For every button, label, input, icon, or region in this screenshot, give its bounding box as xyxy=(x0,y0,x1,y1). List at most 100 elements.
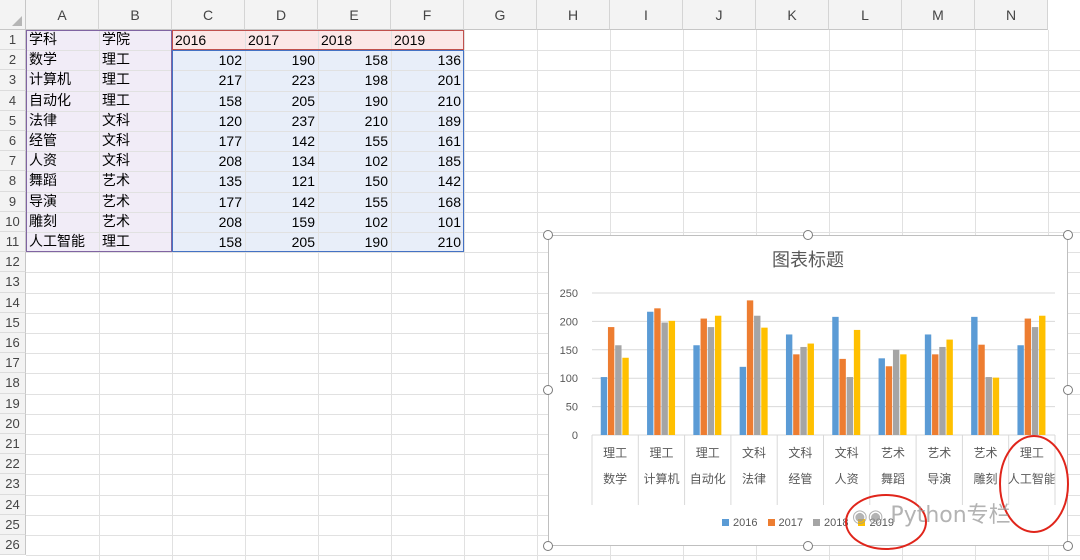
data-cell[interactable]: 142 xyxy=(245,192,318,212)
column-header-l[interactable]: L xyxy=(829,0,902,30)
column-header-f[interactable]: F xyxy=(391,0,464,30)
legend-item-2017[interactable]: 2017 xyxy=(767,517,803,529)
row-header-10[interactable]: 10 xyxy=(0,211,26,232)
data-cell[interactable]: 经管 xyxy=(26,131,99,151)
column-header-k[interactable]: K xyxy=(756,0,829,30)
data-cell[interactable]: 150 xyxy=(318,171,391,191)
data-cell[interactable]: 217 xyxy=(172,70,245,90)
data-cell[interactable]: 142 xyxy=(391,171,464,191)
row-header-23[interactable]: 23 xyxy=(0,474,26,495)
column-header-e[interactable]: E xyxy=(318,0,391,30)
data-cell[interactable]: 艺术 xyxy=(99,192,172,212)
data-cell[interactable]: 155 xyxy=(318,192,391,212)
column-header-i[interactable]: I xyxy=(610,0,683,30)
data-cell[interactable]: 理工 xyxy=(99,50,172,70)
data-cell[interactable]: 205 xyxy=(245,232,318,252)
resize-handle-bottom-left[interactable] xyxy=(543,541,553,551)
data-cell[interactable]: 161 xyxy=(391,131,464,151)
cell-header-f[interactable]: 2019 xyxy=(391,30,464,50)
data-cell[interactable]: 120 xyxy=(172,111,245,131)
row-header-24[interactable]: 24 xyxy=(0,494,26,515)
row-header-13[interactable]: 13 xyxy=(0,272,26,293)
cell-header-e[interactable]: 2018 xyxy=(318,30,391,50)
row-header-21[interactable]: 21 xyxy=(0,434,26,455)
legend-item-2016[interactable]: 2016 xyxy=(722,517,758,529)
column-header-m[interactable]: M xyxy=(902,0,975,30)
data-cell[interactable]: 198 xyxy=(318,70,391,90)
column-header-g[interactable]: G xyxy=(464,0,537,30)
resize-handle-top-right[interactable] xyxy=(1063,230,1073,240)
row-header-1[interactable]: 1 xyxy=(0,30,26,51)
data-cell[interactable]: 210 xyxy=(318,111,391,131)
row-header-25[interactable]: 25 xyxy=(0,514,26,535)
data-cell[interactable]: 190 xyxy=(245,50,318,70)
row-header-3[interactable]: 3 xyxy=(0,70,26,91)
row-header-2[interactable]: 2 xyxy=(0,50,26,71)
data-cell[interactable]: 人资 xyxy=(26,151,99,171)
data-cell[interactable]: 101 xyxy=(391,212,464,232)
data-cell[interactable]: 158 xyxy=(318,50,391,70)
data-cell[interactable]: 210 xyxy=(391,232,464,252)
resize-handle-middle-right[interactable] xyxy=(1063,385,1073,395)
data-cell[interactable]: 223 xyxy=(245,70,318,90)
legend-item-2018[interactable]: 2018 xyxy=(813,517,848,529)
data-cell[interactable]: 102 xyxy=(318,212,391,232)
data-cell[interactable]: 201 xyxy=(391,70,464,90)
row-header-6[interactable]: 6 xyxy=(0,131,26,152)
data-cell[interactable]: 190 xyxy=(318,91,391,111)
data-cell[interactable]: 法律 xyxy=(26,111,99,131)
data-cell[interactable]: 121 xyxy=(245,171,318,191)
data-cell[interactable]: 雕刻 xyxy=(26,212,99,232)
data-cell[interactable]: 210 xyxy=(391,91,464,111)
resize-handle-top-middle[interactable] xyxy=(803,230,813,240)
resize-handle-middle-left[interactable] xyxy=(543,385,553,395)
column-header-h[interactable]: H xyxy=(537,0,610,30)
data-cell[interactable]: 舞蹈 xyxy=(26,171,99,191)
data-cell[interactable]: 102 xyxy=(172,50,245,70)
data-cell[interactable]: 136 xyxy=(391,50,464,70)
data-cell[interactable]: 177 xyxy=(172,192,245,212)
data-cell[interactable]: 艺术 xyxy=(99,171,172,191)
row-header-7[interactable]: 7 xyxy=(0,151,26,172)
row-header-11[interactable]: 11 xyxy=(0,232,26,253)
column-header-n[interactable]: N xyxy=(975,0,1048,30)
column-header-d[interactable]: D xyxy=(245,0,318,30)
data-cell[interactable]: 135 xyxy=(172,171,245,191)
resize-handle-bottom-middle[interactable] xyxy=(803,541,813,551)
data-cell[interactable]: 艺术 xyxy=(99,212,172,232)
data-cell[interactable]: 134 xyxy=(245,151,318,171)
data-cell[interactable]: 数学 xyxy=(26,50,99,70)
cell-header-c[interactable]: 2016 xyxy=(172,30,245,50)
cell-header-b[interactable]: 学院 xyxy=(99,30,172,50)
data-cell[interactable]: 177 xyxy=(172,131,245,151)
row-header-18[interactable]: 18 xyxy=(0,373,26,394)
data-cell[interactable]: 理工 xyxy=(99,91,172,111)
row-header-22[interactable]: 22 xyxy=(0,454,26,475)
data-cell[interactable]: 185 xyxy=(391,151,464,171)
resize-handle-bottom-right[interactable] xyxy=(1063,541,1073,551)
row-header-16[interactable]: 16 xyxy=(0,333,26,354)
data-cell[interactable]: 189 xyxy=(391,111,464,131)
cell-header-a[interactable]: 学科 xyxy=(26,30,99,50)
row-header-14[interactable]: 14 xyxy=(0,292,26,313)
data-cell[interactable]: 237 xyxy=(245,111,318,131)
data-cell[interactable]: 205 xyxy=(245,91,318,111)
data-cell[interactable]: 人工智能 xyxy=(26,232,99,252)
data-cell[interactable]: 159 xyxy=(245,212,318,232)
resize-handle-top-left[interactable] xyxy=(543,230,553,240)
column-header-b[interactable]: B xyxy=(99,0,172,30)
row-header-19[interactable]: 19 xyxy=(0,393,26,414)
row-header-4[interactable]: 4 xyxy=(0,90,26,111)
data-cell[interactable]: 自动化 xyxy=(26,91,99,111)
row-header-26[interactable]: 26 xyxy=(0,535,26,556)
data-cell[interactable]: 文科 xyxy=(99,131,172,151)
row-header-8[interactable]: 8 xyxy=(0,171,26,192)
data-cell[interactable]: 158 xyxy=(172,232,245,252)
row-header-9[interactable]: 9 xyxy=(0,191,26,212)
data-cell[interactable]: 文科 xyxy=(99,151,172,171)
select-all-corner[interactable] xyxy=(0,0,26,30)
column-header-j[interactable]: J xyxy=(683,0,756,30)
data-cell[interactable]: 102 xyxy=(318,151,391,171)
data-cell[interactable]: 158 xyxy=(172,91,245,111)
column-header-a[interactable]: A xyxy=(26,0,99,30)
